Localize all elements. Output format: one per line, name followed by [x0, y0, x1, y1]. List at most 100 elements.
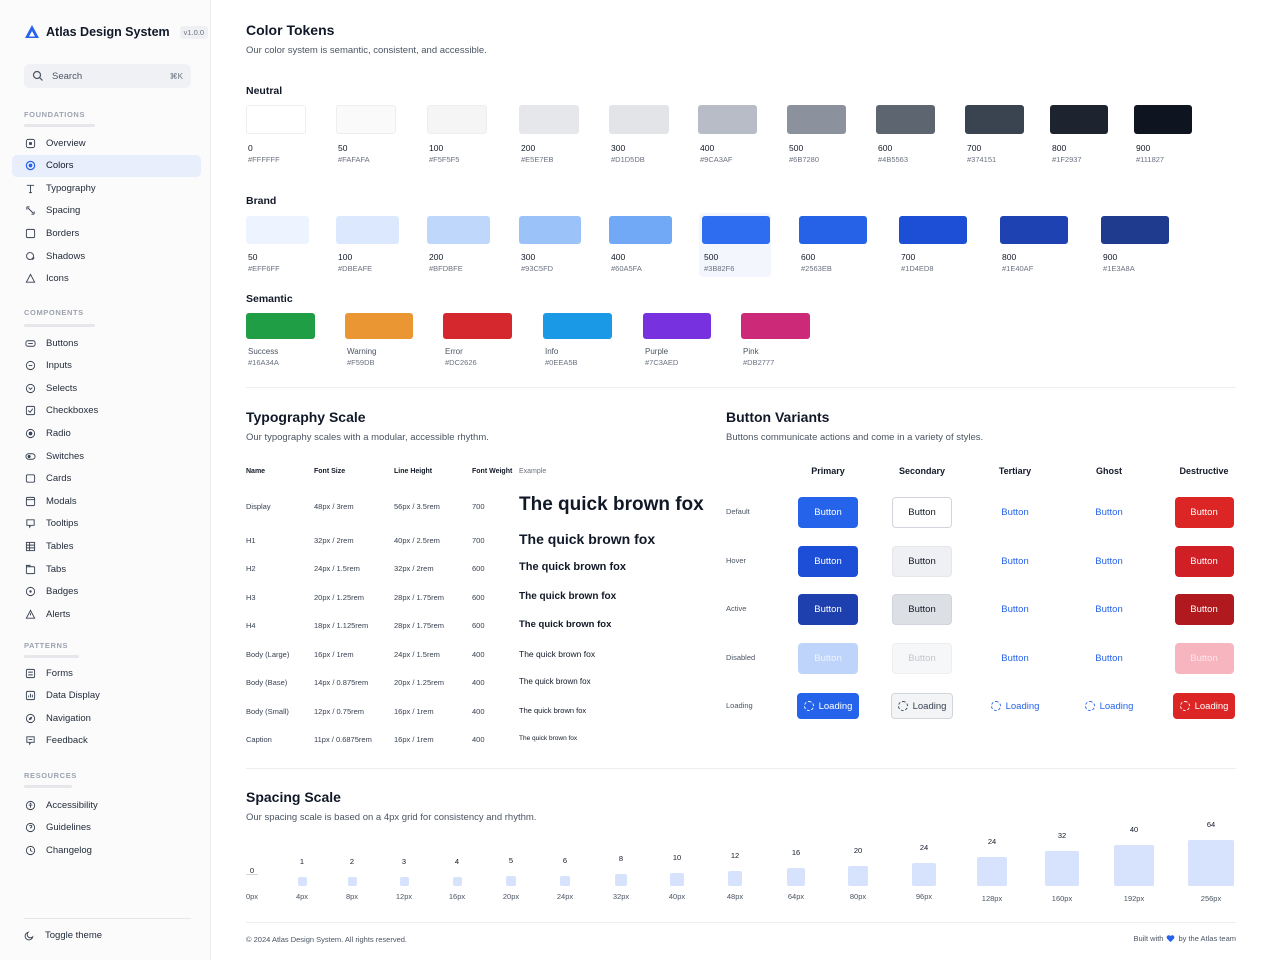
- brand-swatch-800[interactable]: [1000, 216, 1068, 244]
- tertiary-button-disabled[interactable]: Button: [990, 648, 1040, 668]
- brand-swatch-700[interactable]: [899, 216, 967, 244]
- destructive-button-default[interactable]: Button: [1174, 496, 1234, 528]
- brand-swatch-600[interactable]: [799, 216, 867, 244]
- sidebar-item-shadows[interactable]: Shadows: [12, 245, 201, 267]
- type-line-cell: 16px / 1rem: [394, 735, 434, 744]
- primary-button-loading[interactable]: Loading: [797, 693, 859, 719]
- sidebar-item-borders[interactable]: Borders: [12, 222, 201, 244]
- semantic-swatch-success[interactable]: [246, 313, 315, 339]
- semantic-swatch-purple[interactable]: [643, 313, 711, 339]
- sidebar-item-tabs[interactable]: Tabs: [12, 558, 201, 580]
- sidebar-item-overview[interactable]: Overview: [12, 132, 201, 154]
- sidebar-item-tables[interactable]: Tables: [12, 535, 201, 557]
- tertiary-button-default[interactable]: Button: [990, 502, 1040, 522]
- neutral-swatch-50[interactable]: [336, 105, 396, 134]
- sidebar-item-inputs[interactable]: Inputs: [12, 355, 201, 377]
- brand-swatch-200[interactable]: [427, 216, 490, 244]
- sidebar-item-icons[interactable]: Icons: [12, 268, 201, 290]
- neutral-swatch-900[interactable]: [1134, 105, 1192, 134]
- destructive-button-active[interactable]: Button: [1174, 593, 1234, 625]
- sidebar-item-navigation[interactable]: Navigation: [12, 707, 201, 729]
- neutral-swatch-500[interactable]: [787, 105, 846, 134]
- semantic-swatch-info[interactable]: [543, 313, 612, 339]
- accessibility-icon: [25, 800, 36, 810]
- primary-button-default[interactable]: Button: [798, 496, 858, 528]
- ghost-button-disabled[interactable]: Button: [1084, 648, 1134, 668]
- search-shortcut: ⌘K: [169, 71, 183, 81]
- neutral-swatch-400[interactable]: [698, 105, 757, 134]
- neutral-swatch-hex: #9CA3AF: [700, 155, 733, 164]
- type-size-cell: 11px / 0.6875rem: [314, 735, 372, 744]
- ghost-button-hover[interactable]: Button: [1084, 551, 1134, 571]
- sidebar-item-spacing[interactable]: Spacing: [12, 200, 201, 222]
- sidebar-item-cards[interactable]: Cards: [12, 468, 201, 490]
- primary-button-hover[interactable]: Button: [798, 545, 858, 577]
- secondary-button-loading[interactable]: Loading: [891, 693, 953, 719]
- type-example: The quick brown fox: [519, 706, 587, 716]
- type-weight-cell: 400: [472, 650, 485, 659]
- sidebar-item-typography[interactable]: Typography: [12, 177, 201, 199]
- brand-swatch-300[interactable]: [519, 216, 581, 244]
- sidebar-item-data-display[interactable]: Data Display: [12, 685, 201, 707]
- neutral-swatch-300[interactable]: [609, 105, 669, 134]
- neutral-swatch-800[interactable]: [1050, 105, 1108, 134]
- sidebar-item-badges[interactable]: Badges: [12, 581, 201, 603]
- neutral-swatch-700[interactable]: [965, 105, 1024, 134]
- sidebar-item-feedback[interactable]: Feedback: [12, 730, 201, 752]
- destructive-button-disabled[interactable]: Button: [1174, 642, 1234, 674]
- brand-swatch-100[interactable]: [336, 216, 399, 244]
- semantic-swatch-warning[interactable]: [345, 313, 413, 339]
- sidebar-item-accessibility[interactable]: Accessibility: [12, 794, 201, 816]
- tertiary-button-loading[interactable]: Loading: [984, 696, 1046, 716]
- neutral-swatch-600[interactable]: [876, 105, 935, 134]
- neutral-swatch-200[interactable]: [519, 105, 579, 134]
- primary-button-active[interactable]: Button: [798, 593, 858, 625]
- brand-swatch-400[interactable]: [609, 216, 672, 244]
- type-line-cell: 24px / 1.5rem: [394, 650, 440, 659]
- sidebar-item-guidelines[interactable]: Guidelines: [12, 817, 201, 839]
- sidebar-item-forms[interactable]: Forms: [12, 662, 201, 684]
- neutral-swatch-100[interactable]: [427, 105, 487, 134]
- brand-name: Atlas Design System: [46, 25, 170, 39]
- brand-swatch-50[interactable]: [246, 216, 309, 244]
- ghost-button-loading[interactable]: Loading: [1078, 696, 1140, 716]
- secondary-button-default[interactable]: Button: [892, 496, 952, 528]
- sidebar-item-label: Guidelines: [46, 822, 91, 834]
- sidebar-item-radio[interactable]: Radio: [12, 422, 201, 444]
- sidebar-item-switches[interactable]: Switches: [12, 445, 201, 467]
- destructive-button-loading[interactable]: Loading: [1173, 693, 1235, 719]
- sidebar-item-changelog[interactable]: Changelog: [12, 839, 201, 861]
- primary-button-disabled[interactable]: Button: [798, 642, 858, 674]
- spacing-token: 4: [454, 857, 460, 866]
- semantic-swatch-pink[interactable]: [741, 313, 810, 339]
- sidebar-item-modals[interactable]: Modals: [12, 490, 201, 512]
- search-input[interactable]: Search ⌘K: [24, 64, 191, 88]
- brand-swatch-900[interactable]: [1101, 216, 1169, 244]
- brand-swatch-500[interactable]: [702, 216, 770, 244]
- spacing-icon: [26, 206, 35, 215]
- sidebar-item-colors[interactable]: Colors: [12, 154, 201, 177]
- brand[interactable]: Atlas Design System v1.0.0: [24, 24, 209, 40]
- toggle-theme-button[interactable]: Toggle theme: [24, 930, 102, 941]
- typography-icon: [26, 184, 35, 193]
- tertiary-button-active[interactable]: Button: [990, 599, 1040, 619]
- section-foundations: FOUNDATIONS: [24, 110, 86, 119]
- sidebar-item-checkboxes[interactable]: Checkboxes: [12, 400, 201, 422]
- sidebar-item-selects[interactable]: Selects: [12, 377, 201, 399]
- secondary-button-hover[interactable]: Button: [892, 545, 952, 577]
- buttons-icon: [25, 339, 36, 347]
- semantic-swatch-hex: #F59DB: [347, 358, 375, 367]
- semantic-swatch-error[interactable]: [443, 313, 512, 339]
- button-col-ghost: Ghost: [1096, 466, 1122, 476]
- ghost-button-active[interactable]: Button: [1084, 599, 1134, 619]
- secondary-button-active[interactable]: Button: [892, 593, 952, 625]
- neutral-swatch-0[interactable]: [246, 105, 306, 134]
- ghost-button-default[interactable]: Button: [1084, 502, 1134, 522]
- tertiary-button-hover[interactable]: Button: [990, 551, 1040, 571]
- sidebar-item-tooltips[interactable]: Tooltips: [12, 513, 201, 535]
- sidebar-item-buttons[interactable]: Buttons: [12, 332, 201, 354]
- destructive-button-hover[interactable]: Button: [1174, 545, 1234, 577]
- section-patterns: PATTERNS: [24, 641, 69, 650]
- sidebar-item-alerts[interactable]: Alerts: [12, 603, 201, 625]
- secondary-button-disabled[interactable]: Button: [892, 642, 952, 674]
